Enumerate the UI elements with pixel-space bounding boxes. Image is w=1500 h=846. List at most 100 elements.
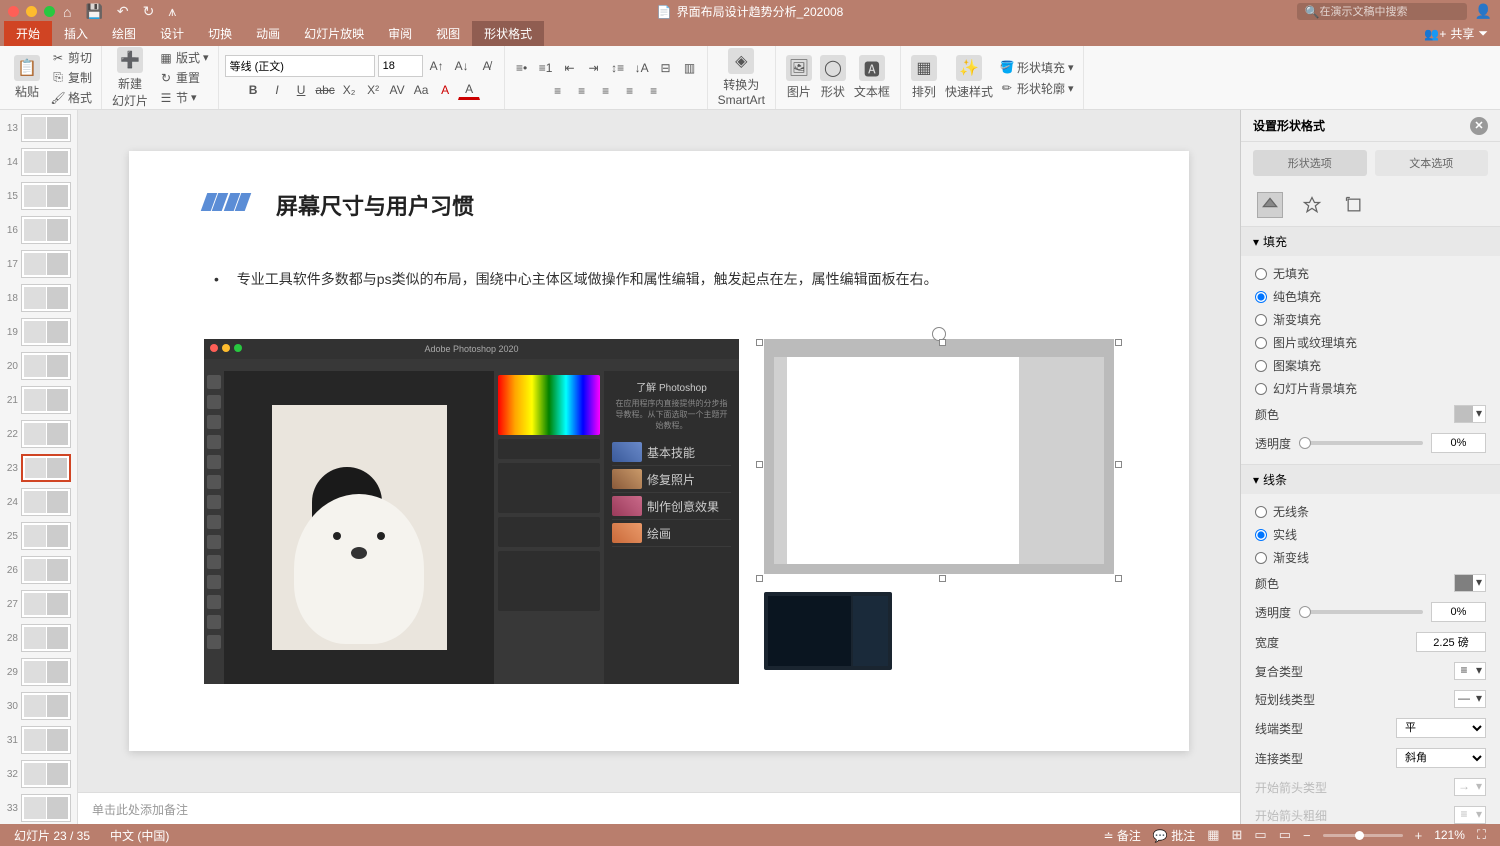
rotate-handle[interactable] (932, 327, 946, 341)
line-spacing-button[interactable]: ↕≡ (607, 58, 629, 78)
thumbnail-24[interactable]: 24 (2, 488, 75, 516)
numbering-button[interactable]: ≡1 (535, 58, 557, 78)
fill-transparency-input[interactable] (1431, 433, 1486, 453)
fill-line-icon[interactable] (1257, 192, 1283, 218)
resize-handle-w[interactable] (756, 461, 763, 468)
justify-button[interactable]: ≡ (619, 81, 641, 101)
bold-button[interactable]: B (242, 80, 264, 100)
thumbnail-19[interactable]: 19 (2, 318, 75, 346)
compound-type-picker[interactable]: ≡▾ (1454, 662, 1486, 680)
superscript-button[interactable]: X² (362, 80, 384, 100)
save-icon[interactable]: 💾 (85, 3, 102, 20)
fill-section-header[interactable]: ▾ 填充 (1241, 227, 1500, 256)
wireframe-shape[interactable] (764, 339, 1114, 574)
align-text-button[interactable]: ⊟ (655, 58, 677, 78)
tab-review[interactable]: 审阅 (376, 21, 424, 46)
join-type-select[interactable]: 斜角 (1396, 748, 1486, 768)
solid-fill-radio[interactable]: 纯色填充 (1255, 285, 1486, 308)
shape-fill-button[interactable]: 🪣形状填充▾ (997, 58, 1077, 76)
tab-design[interactable]: 设计 (148, 21, 196, 46)
secondary-screenshot[interactable] (764, 592, 892, 670)
slide-counter[interactable]: 幻灯片 23 / 35 (14, 827, 90, 844)
slideshow-view-button[interactable]: ▭ (1279, 827, 1291, 843)
close-panel-button[interactable]: ✕ (1470, 117, 1488, 135)
gradient-fill-radio[interactable]: 渐变填充 (1255, 308, 1486, 331)
line-width-input[interactable] (1416, 632, 1486, 652)
photoshop-screenshot[interactable]: Adobe Photoshop 2020 (204, 339, 739, 684)
thumbnail-20[interactable]: 20 (2, 352, 75, 380)
reading-view-button[interactable]: ▭ (1254, 827, 1266, 843)
new-slide-button[interactable]: ➕新建 幻灯片 (108, 45, 152, 111)
columns-button[interactable]: ▥ (679, 58, 701, 78)
thumbnail-32[interactable]: 32 (2, 760, 75, 788)
zoom-out-button[interactable]: − (1303, 828, 1311, 843)
thumbnail-30[interactable]: 30 (2, 692, 75, 720)
shape-outline-button[interactable]: ✏形状轮廓▾ (997, 79, 1077, 97)
zoom-in-button[interactable]: + (1415, 828, 1423, 843)
format-painter-button[interactable]: 🖌格式 (48, 89, 95, 107)
tab-draw[interactable]: 绘图 (100, 21, 148, 46)
section-button[interactable]: ☰节▾ (156, 89, 212, 107)
paste-button[interactable]: 📋粘贴 (10, 53, 44, 102)
fill-transparency-slider[interactable] (1299, 441, 1423, 445)
thumbnail-15[interactable]: 15 (2, 182, 75, 210)
align-right-button[interactable]: ≡ (595, 81, 617, 101)
customize-qat-icon[interactable]: ⩚ (168, 3, 176, 20)
resize-handle-e[interactable] (1115, 461, 1122, 468)
resize-handle-s[interactable] (939, 575, 946, 582)
slide-bg-fill-radio[interactable]: 幻灯片背景填充 (1255, 377, 1486, 400)
picture-fill-radio[interactable]: 图片或纹理填充 (1255, 331, 1486, 354)
tab-transitions[interactable]: 切换 (196, 21, 244, 46)
no-fill-radio[interactable]: 无填充 (1255, 262, 1486, 285)
thumbnail-17[interactable]: 17 (2, 250, 75, 278)
shrink-font-button[interactable]: A↓ (451, 56, 473, 76)
solid-line-radio[interactable]: 实线 (1255, 523, 1486, 546)
line-section-header[interactable]: ▾ 线条 (1241, 465, 1500, 494)
effects-icon[interactable] (1299, 192, 1325, 218)
redo-icon[interactable]: ↻ (143, 3, 155, 20)
sorter-view-button[interactable]: ⊞ (1232, 827, 1243, 843)
copy-button[interactable]: ⎘复制 (48, 69, 95, 87)
shapes-button[interactable]: ◯形状 (816, 53, 850, 102)
zoom-level[interactable]: 121% (1434, 828, 1465, 842)
dash-type-picker[interactable]: —▾ (1454, 690, 1486, 708)
reset-button[interactable]: ↻重置 (156, 69, 212, 87)
tab-slideshow[interactable]: 幻灯片放映 (292, 21, 376, 46)
shape-options-tab[interactable]: 形状选项 (1253, 150, 1367, 176)
search-box[interactable]: 🔍 (1297, 3, 1467, 20)
thumbnail-21[interactable]: 21 (2, 386, 75, 414)
undo-icon[interactable]: ↶ (117, 3, 129, 20)
close-window[interactable] (8, 6, 19, 17)
resize-handle-ne[interactable] (1115, 339, 1122, 346)
thumbnail-16[interactable]: 16 (2, 216, 75, 244)
maximize-window[interactable] (44, 6, 55, 17)
font-size-select[interactable] (378, 55, 423, 77)
notes-pane[interactable]: 单击此处添加备注 (78, 792, 1240, 824)
fill-color-picker[interactable]: ▾ (1454, 405, 1486, 423)
thumbnail-28[interactable]: 28 (2, 624, 75, 652)
gradient-line-radio[interactable]: 渐变线 (1255, 546, 1486, 569)
layout-button[interactable]: ▦版式▾ (156, 49, 212, 67)
thumbnail-29[interactable]: 29 (2, 658, 75, 686)
clear-format-button[interactable]: A̸ (476, 56, 498, 76)
resize-handle-nw[interactable] (756, 339, 763, 346)
line-color-picker[interactable]: ▾ (1454, 574, 1486, 592)
bullets-button[interactable]: ≡• (511, 58, 533, 78)
distributed-button[interactable]: ≡ (643, 81, 665, 101)
font-family-select[interactable] (225, 55, 375, 77)
thumbnail-33[interactable]: 33 (2, 794, 75, 822)
subscript-button[interactable]: X₂ (338, 80, 360, 100)
thumbnail-18[interactable]: 18 (2, 284, 75, 312)
align-left-button[interactable]: ≡ (547, 81, 569, 101)
tab-view[interactable]: 视图 (424, 21, 472, 46)
decrease-indent-button[interactable]: ⇤ (559, 58, 581, 78)
thumbnail-25[interactable]: 25 (2, 522, 75, 550)
slide-title[interactable]: 屏幕尺寸与用户习惯 (276, 189, 1114, 221)
thumbnail-26[interactable]: 26 (2, 556, 75, 584)
thumbnail-13[interactable]: 13 (2, 114, 75, 142)
size-properties-icon[interactable] (1341, 192, 1367, 218)
slide-thumbnails[interactable]: 1314151617181920212223242526272829303132… (0, 110, 78, 824)
italic-button[interactable]: I (266, 80, 288, 100)
normal-view-button[interactable]: ▦ (1207, 827, 1219, 843)
picture-button[interactable]: 🖼图片 (782, 53, 816, 102)
